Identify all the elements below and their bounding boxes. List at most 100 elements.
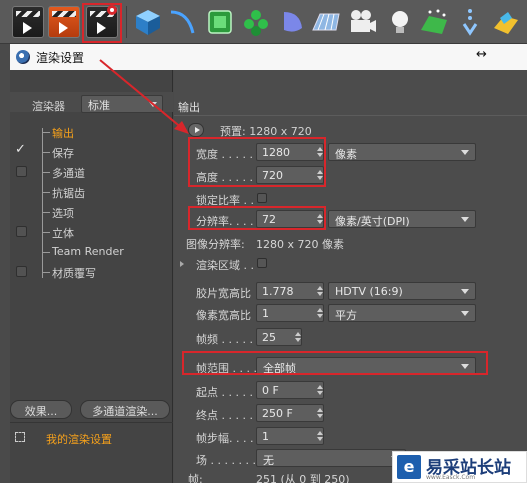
size-unit-value: 像素 (335, 148, 357, 161)
tree-item-antialiasing[interactable]: 抗锯齿 (10, 182, 173, 202)
field-label: 场 . . . . . . . (196, 454, 256, 467)
main-toolbar (0, 0, 527, 44)
pixel-aspect-value: 1 (262, 307, 269, 320)
chevron-down-icon (461, 150, 469, 155)
environment-icon[interactable] (418, 6, 450, 38)
fps-label: 帧频 . . . . . (196, 333, 253, 346)
tree-item-label: 立体 (52, 227, 74, 240)
render-view-icon[interactable] (12, 6, 44, 38)
field-select[interactable]: 无 (256, 449, 406, 467)
tree-item-stereoscopic[interactable]: 立体 (10, 222, 173, 242)
end-value: 250 F (262, 407, 293, 420)
my-render-setting-item[interactable]: 我的渲染设置 (10, 428, 173, 448)
frame-step-label: 帧步幅. . . . (196, 432, 254, 445)
chevron-down-icon (149, 102, 157, 107)
plane-tag-icon[interactable] (490, 6, 522, 38)
field-value: 无 (263, 454, 274, 467)
size-highlight (188, 137, 326, 187)
tree-item-label: Team Render (52, 245, 124, 258)
tree-item-label: 保存 (52, 147, 74, 160)
pixel-aspect-field[interactable]: 1 (256, 304, 324, 322)
film-aspect-field[interactable]: 1.778 (256, 282, 324, 300)
window-title: 渲染设置 (36, 51, 85, 65)
tree-item-save[interactable]: ✓ 保存 (10, 142, 173, 162)
resolution-unit-select[interactable]: 像素/英寸(DPI) (328, 210, 476, 228)
start-field[interactable]: 0 F (256, 381, 324, 399)
move-handle-icon[interactable]: ↔ (476, 47, 487, 62)
floor-icon[interactable] (310, 6, 342, 38)
light-icon[interactable] (384, 6, 416, 38)
checkmark-icon[interactable]: ✓ (15, 142, 26, 157)
renderer-select[interactable]: 标准 (81, 95, 163, 113)
pixel-aspect-select[interactable]: 平方 (328, 304, 476, 322)
tree-item-label: 多通道 (52, 167, 85, 180)
lock-ratio-checkbox[interactable] (257, 193, 267, 203)
chevron-down-icon (461, 217, 469, 222)
effect-button[interactable]: 效果... (10, 400, 72, 419)
fps-value: 25 (262, 331, 276, 344)
checkbox[interactable] (16, 226, 27, 237)
output-settings-panel: 输出 预置: 1280 x 720 宽度 . . . . . 1280 像素 高… (174, 70, 527, 483)
cube-icon[interactable] (132, 6, 164, 38)
render-region-label: 渲染区域 . . (196, 259, 254, 272)
resolution-unit-value: 像素/英寸(DPI) (335, 215, 410, 228)
chevron-down-icon (461, 289, 469, 294)
image-resolution-label: 图像分辨率: (186, 238, 245, 251)
section-title: 输出 (178, 101, 200, 114)
tree-item-label: 材质覆写 (52, 267, 96, 280)
tree-item-label: 选项 (52, 207, 74, 220)
chevron-down-icon (461, 311, 469, 316)
tree-item-label: 抗锯齿 (52, 187, 85, 200)
film-aspect-value: 1.778 (262, 285, 294, 298)
start-label: 起点 . . . . . (196, 386, 253, 399)
end-label: 终点 . . . . . (196, 409, 253, 422)
frames-value: 251 (从 0 到 250) (256, 473, 350, 483)
cinema4d-logo-icon (16, 50, 30, 64)
tree-item-label: 输出 (52, 127, 74, 140)
render-to-picture-viewer-icon[interactable] (48, 6, 80, 38)
frame-range-highlight (182, 351, 488, 375)
tree-item-output[interactable]: 输出 (10, 122, 173, 142)
start-value: 0 F (262, 384, 279, 397)
frame-step-field[interactable]: 1 (256, 427, 324, 445)
size-unit-select[interactable]: 像素 (328, 143, 476, 161)
section-header: 输出 (174, 96, 527, 116)
checkbox[interactable] (16, 166, 27, 177)
multipass-render-button[interactable]: 多通道渲染... (80, 400, 170, 419)
watermark-logo: e (397, 455, 421, 479)
deformer-icon[interactable] (276, 6, 308, 38)
expand-triangle-icon[interactable] (180, 261, 184, 267)
render-settings-titlebar[interactable]: 渲染设置 ↔ (10, 44, 527, 70)
fps-field[interactable]: 25 (256, 328, 302, 346)
preset-button[interactable] (188, 123, 204, 137)
pixel-aspect-label: 像素宽高比 (196, 309, 251, 322)
frame-step-value: 1 (262, 430, 269, 443)
image-resolution-value: 1280 x 720 像素 (256, 238, 344, 251)
checkbox[interactable] (16, 266, 27, 277)
generator-icon[interactable] (204, 6, 236, 38)
pixel-aspect-preset: 平方 (335, 309, 357, 322)
array-icon[interactable] (240, 6, 272, 38)
end-field[interactable]: 250 F (256, 404, 324, 422)
tree-item-options[interactable]: 选项 (10, 202, 173, 222)
render-region-checkbox[interactable] (257, 258, 267, 268)
settings-tree-panel: 渲染器 标准 输出 ✓ 保存 多通道 抗锯齿 选项 立体 Team Render (10, 70, 173, 483)
frames-label: 帧: (188, 473, 203, 483)
renderer-value: 标准 (88, 99, 110, 112)
tree-item-multipass[interactable]: 多通道 (10, 162, 173, 182)
watermark-url: www.Easck.Com (426, 474, 476, 481)
effector-icon[interactable] (454, 6, 486, 38)
film-aspect-label: 胶片宽高比 (196, 287, 251, 300)
tree-item-material-override[interactable]: 材质覆写 (10, 262, 173, 282)
render-setting-icon (15, 432, 25, 442)
spline-icon[interactable] (166, 6, 198, 38)
film-aspect-select[interactable]: HDTV (16:9) (328, 282, 476, 300)
film-aspect-preset: HDTV (16:9) (335, 285, 403, 298)
my-render-setting-label: 我的渲染设置 (46, 433, 112, 446)
camera-icon[interactable] (346, 6, 378, 38)
render-settings-highlight (82, 3, 122, 43)
renderer-label: 渲染器 (32, 100, 65, 113)
resolution-highlight (188, 206, 326, 230)
site-watermark: e 易采站长站 www.Easck.Com (392, 451, 527, 483)
tree-item-team-render[interactable]: Team Render (10, 242, 173, 262)
